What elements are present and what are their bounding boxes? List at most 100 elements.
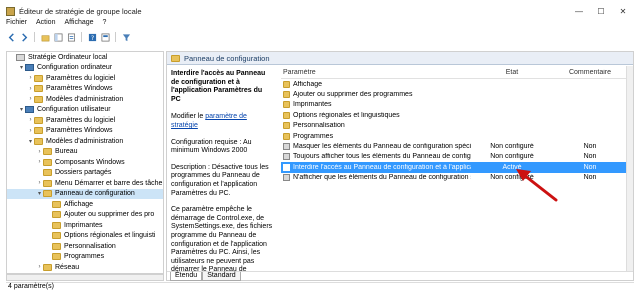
forward-icon[interactable]	[19, 32, 29, 42]
chevron-right-icon[interactable]: ›	[27, 86, 34, 92]
tree-item[interactable]: Affichage	[7, 199, 163, 210]
tree-item[interactable]: › Paramètres du logiciel	[7, 115, 163, 126]
tree-item[interactable]: › Menu Démarrer et barre des tâche	[7, 178, 163, 189]
chevron-down-icon[interactable]: ▾	[27, 138, 34, 145]
chevron-right-icon[interactable]: ›	[27, 96, 34, 102]
column-header-parametre[interactable]: Paramètre	[281, 69, 471, 76]
tree-item[interactable]: Ajouter ou supprimer des pro	[7, 210, 163, 221]
tree-item[interactable]: ▾ Modèles d'administration	[7, 136, 163, 147]
help-icon[interactable]: ?	[87, 32, 97, 42]
tree-item[interactable]: Options régionales et linguisti	[7, 231, 163, 242]
setting-name: N'afficher que les éléments du Panneau d…	[281, 174, 471, 182]
view-tabs: Étendu Standard	[167, 271, 633, 281]
show-tree-icon[interactable]	[53, 32, 63, 42]
folder-icon	[43, 190, 52, 198]
navigation-tree[interactable]: Stratégie Ordinateur local ▾ Configuration…	[6, 51, 164, 274]
tree-horizontal-scrollbar[interactable]	[6, 274, 164, 281]
tree-item[interactable]: › Réseau	[7, 262, 163, 273]
tree-item-label: Composants Windows	[55, 158, 125, 166]
column-header-etat[interactable]: État	[471, 69, 553, 76]
tree-item[interactable]: Programmes	[7, 252, 163, 263]
column-header-commentaire[interactable]: Commentaire	[553, 69, 627, 76]
folder-icon	[283, 111, 290, 119]
table-vertical-scrollbar[interactable]	[626, 66, 633, 271]
table-row[interactable]: Masquer les éléments du Panneau de confi…	[281, 141, 627, 151]
policy-icon	[16, 53, 25, 61]
tree-item-label: Stratégie Ordinateur local	[28, 53, 108, 61]
chevron-right-icon[interactable]: ›	[36, 159, 43, 165]
back-icon[interactable]	[6, 32, 16, 42]
tree-item[interactable]: Imprimantes	[7, 220, 163, 231]
folder-icon	[171, 54, 180, 62]
folder-icon	[52, 211, 61, 219]
maximize-button[interactable]: ☐	[590, 5, 612, 17]
policy-setting-icon	[283, 153, 290, 161]
chevron-down-icon[interactable]: ▾	[18, 64, 25, 71]
table-row[interactable]: Affichage	[281, 79, 627, 89]
close-button[interactable]: ✕	[612, 5, 634, 17]
menu-bar: Fichier Action Affichage ?	[6, 19, 106, 29]
menu-help[interactable]: ?	[103, 19, 107, 29]
table-row[interactable]: Ajouter ou supprimer des programmes	[281, 89, 627, 99]
menu-action[interactable]: Action	[36, 19, 55, 29]
setting-name-text: N'afficher que les éléments du Panneau d…	[293, 174, 471, 182]
tab-etendu[interactable]: Étendu	[170, 272, 203, 281]
table-row[interactable]: Imprimantes	[281, 100, 627, 110]
tree-item-label: Menu Démarrer et barre des tâche	[55, 179, 163, 187]
policy-description-panel: Interdire l'accès au Panneau de configur…	[167, 66, 277, 271]
setting-name-text: Affichage	[293, 80, 323, 88]
policy-description: Description : Désactive tous les program…	[171, 163, 269, 197]
table-row[interactable]: N'afficher que les éléments du Panneau d…	[281, 173, 627, 183]
tree-item[interactable]: ▾ Configuration ordinateur	[7, 63, 163, 74]
tree-item-label: Bureau	[55, 148, 78, 156]
tree-item[interactable]: Dossiers partagés	[7, 168, 163, 179]
tree-item[interactable]: › Bureau	[7, 147, 163, 158]
properties-icon[interactable]	[100, 32, 110, 42]
settings-table: Paramètre État Commentaire Affichage Ajou…	[281, 66, 627, 271]
chevron-right-icon[interactable]: ›	[27, 117, 34, 123]
toolbar-separator	[34, 32, 35, 42]
chevron-right-icon[interactable]: ›	[27, 128, 34, 134]
setting-name-text: Ajouter ou supprimer des programmes	[293, 91, 413, 99]
setting-name-text: Options régionales et linguistiques	[293, 111, 400, 119]
folder-icon	[43, 179, 52, 187]
edit-policy-prefix: Modifier le	[171, 113, 206, 121]
chevron-right-icon[interactable]: ›	[36, 149, 43, 155]
tree-item[interactable]: › Modèles d'administration	[7, 94, 163, 105]
table-row[interactable]: Options régionales et linguistiques	[281, 110, 627, 120]
tree-item[interactable]: › Paramètres du logiciel	[7, 73, 163, 84]
policy-details: Ce paramètre empêche le démarrage de Con…	[171, 206, 273, 271]
table-row[interactable]: Personnalisation	[281, 121, 627, 131]
table-row[interactable]: Interdire l'accès au Panneau de configur…	[281, 162, 627, 173]
tree-item[interactable]: › Paramètres Windows	[7, 126, 163, 137]
menu-fichier[interactable]: Fichier	[6, 19, 27, 29]
tree-item[interactable]: ▾ Configuration utilisateur	[7, 105, 163, 116]
chevron-right-icon[interactable]: ›	[27, 75, 34, 81]
table-row[interactable]: Toujours afficher tous les éléments du P…	[281, 152, 627, 162]
tree-item-label: Modèles d'administration	[46, 137, 124, 145]
tree-item[interactable]: Stratégie Ordinateur local	[7, 52, 163, 63]
chevron-right-icon[interactable]: ›	[36, 180, 43, 186]
tree-item[interactable]: ▾ Panneau de configuration	[7, 188, 163, 199]
minimize-button[interactable]: —	[568, 5, 590, 17]
computer-icon	[25, 106, 34, 114]
chevron-down-icon[interactable]: ▾	[18, 106, 25, 113]
computer-icon	[25, 64, 34, 72]
setting-comment: Non	[583, 153, 597, 161]
policy-title: Interdire l'accès au Panneau de configur…	[171, 70, 266, 103]
chevron-down-icon[interactable]: ▾	[36, 190, 43, 197]
details-pane: Panneau de configuration Interdire l'acc…	[166, 51, 634, 281]
setting-name: Toujours afficher tous les éléments du P…	[281, 153, 471, 161]
export-icon[interactable]	[66, 32, 76, 42]
filter-icon[interactable]	[121, 32, 131, 42]
tree-item[interactable]: Personnalisation	[7, 241, 163, 252]
tab-standard[interactable]: Standard	[202, 272, 241, 281]
tree-item[interactable]: › Paramètres Windows	[7, 84, 163, 95]
up-folder-icon[interactable]	[40, 32, 50, 42]
menu-affichage[interactable]: Affichage	[64, 19, 93, 29]
details-header-title: Panneau de configuration	[184, 53, 270, 63]
table-row[interactable]: Programmes	[281, 131, 627, 141]
tree-item-label: Imprimantes	[64, 221, 103, 229]
chevron-right-icon[interactable]: ›	[36, 264, 43, 270]
tree-item[interactable]: › Composants Windows	[7, 157, 163, 168]
